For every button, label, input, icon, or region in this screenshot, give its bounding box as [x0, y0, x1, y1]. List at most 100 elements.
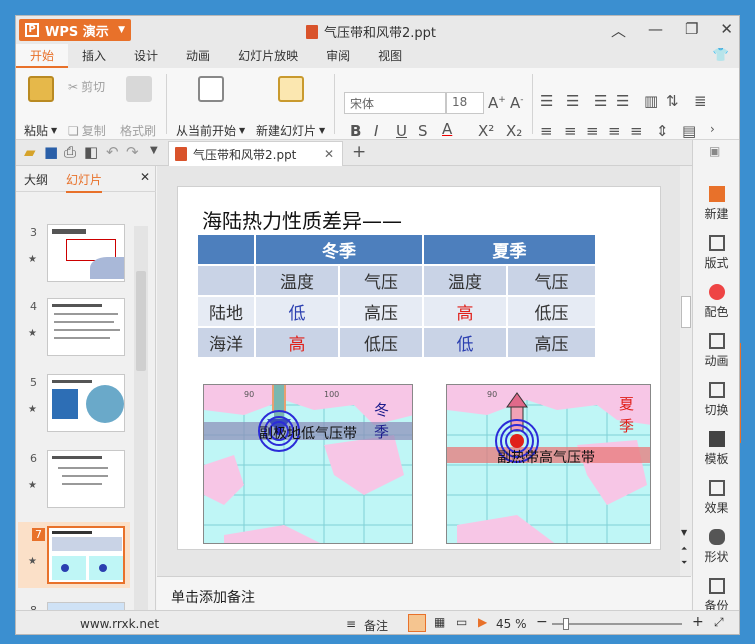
font-size-select[interactable]: 18 [446, 92, 484, 114]
font-name-select[interactable]: 宋体 [344, 92, 446, 114]
print-preview-icon[interactable]: ◧ [84, 143, 98, 161]
more-icon[interactable]: › [710, 122, 715, 136]
tab-review[interactable]: 审阅 [312, 44, 364, 68]
slide-title[interactable]: 海陆热力性质差异—— [202, 205, 402, 234]
columns-icon[interactable]: ▥ [644, 92, 658, 110]
save-icon[interactable]: ■ [44, 143, 58, 161]
slide-thumb-6[interactable] [47, 450, 125, 508]
paste-button[interactable]: 粘贴 ▼ [24, 122, 57, 139]
superscript-icon[interactable]: X² [478, 122, 494, 140]
notes-pane[interactable]: 单击添加备注 [157, 576, 691, 610]
paste-icon[interactable] [28, 76, 54, 102]
tab-slides[interactable]: 幻灯片 [66, 171, 103, 193]
scroll-down-icon[interactable]: ▼ [681, 528, 687, 537]
notes-toggle-label[interactable]: 备注 [364, 617, 388, 634]
skin-icon[interactable]: 👕 [713, 48, 729, 63]
reading-view-icon[interactable]: ▭ [456, 615, 467, 629]
side-shape-button[interactable]: 形状 [693, 529, 739, 565]
justify-icon[interactable]: ≡ [608, 122, 621, 140]
slide-thumb-5[interactable] [47, 374, 125, 432]
zoom-slider-thumb[interactable] [563, 618, 570, 630]
zoom-out-icon[interactable]: − [536, 614, 548, 630]
increase-indent-icon[interactable]: ☰ [616, 92, 629, 110]
paragraph-spacing-icon[interactable]: ⇕ [656, 122, 669, 140]
underline-icon[interactable]: U [396, 122, 407, 140]
align-center-icon[interactable]: ≡ [564, 122, 577, 140]
comparison-table[interactable]: 冬季 夏季 温度 气压 温度 气压 陆地 低 高压 高 低压 海洋 高 低压 低… [196, 233, 597, 359]
zoom-in-icon[interactable]: + [692, 614, 704, 630]
slide-sorter-icon[interactable]: ▦ [434, 615, 445, 629]
side-transition-button[interactable]: 切换 [693, 382, 739, 418]
tab-home[interactable]: 开始 [16, 44, 69, 68]
scrollbar-thumb[interactable] [136, 271, 146, 371]
grow-font-icon[interactable]: A+ [488, 94, 506, 112]
side-layout-button[interactable]: 版式 [693, 235, 739, 271]
customize-dropdown-icon[interactable]: ▼ [150, 145, 158, 156]
copy-button[interactable]: ❏ 复制 [68, 122, 106, 139]
print-icon[interactable]: ⎙ [64, 143, 76, 161]
next-slide-icon[interactable]: ⏷ [681, 558, 687, 568]
side-color-button[interactable]: 配色 [693, 284, 739, 320]
side-new-button[interactable]: 新建 [693, 186, 739, 222]
numbered-list-icon[interactable]: ☰ [566, 92, 579, 110]
new-tab-icon[interactable]: + [352, 142, 366, 162]
pane-settings-icon[interactable]: ▣ [709, 144, 720, 158]
tab-insert[interactable]: 插入 [68, 44, 120, 68]
subscript-icon[interactable]: X₂ [506, 122, 522, 140]
document-tab[interactable]: 气压带和风带2.ppt ✕ [168, 141, 343, 166]
close-pane-icon[interactable]: ✕ [140, 170, 150, 184]
open-folder-icon[interactable]: ▰ [24, 143, 36, 161]
cut-button[interactable]: ✂ 剪切 [68, 78, 105, 95]
decrease-indent-icon[interactable]: ☰ [594, 92, 607, 110]
slide-thumb-7[interactable] [47, 526, 125, 584]
slide-thumb-4[interactable] [47, 298, 125, 356]
new-slide-label: 新建幻灯片 [256, 124, 317, 138]
line-spacing-icon[interactable]: ≣ [694, 92, 707, 110]
font-color-icon[interactable]: A [442, 120, 452, 138]
slide[interactable]: 海陆热力性质差异—— 冬季 夏季 温度 气压 温度 气压 陆地 低 高压 高 低… [177, 186, 661, 550]
normal-view-icon[interactable] [408, 614, 426, 632]
from-current-button[interactable]: 从当前开始 ▼ [176, 122, 245, 139]
collapse-icon[interactable]: ︿ [611, 20, 626, 41]
app-menu-button[interactable]: P WPS 演示 ▼ [19, 19, 131, 41]
close-icon[interactable]: ✕ [720, 20, 733, 41]
slides-scrollbar[interactable] [134, 226, 148, 634]
close-tab-icon[interactable]: ✕ [324, 147, 334, 161]
align-left-icon[interactable]: ≡ [540, 122, 553, 140]
zoom-slider[interactable] [552, 618, 682, 630]
new-slide-button[interactable]: 新建幻灯片 ▼ [256, 122, 325, 139]
tab-design[interactable]: 设计 [120, 44, 172, 68]
prev-slide-icon[interactable]: ⏶ [681, 544, 687, 554]
map-winter[interactable]: 90 100 副极地低气压带 冬季 [203, 384, 413, 544]
side-template-button[interactable]: 模板 [693, 431, 739, 467]
text-direction-icon[interactable]: ⇅ [666, 92, 679, 110]
tab-view[interactable]: 视图 [364, 44, 416, 68]
tab-outline[interactable]: 大纲 [24, 171, 48, 188]
scrollbar-thumb[interactable] [681, 296, 691, 328]
restore-icon[interactable]: ❐ [685, 20, 698, 41]
map-summer[interactable]: 90 副热带高气压带 夏季 [446, 384, 651, 544]
bold-icon[interactable]: B [350, 122, 361, 140]
slideshow-icon[interactable]: ▶ [478, 615, 487, 629]
undo-icon[interactable]: ↶ [106, 143, 119, 161]
side-effect-button[interactable]: 效果 [693, 480, 739, 516]
side-animation-button[interactable]: 动画 [693, 333, 739, 369]
tab-slideshow[interactable]: 幻灯片放映 [224, 44, 312, 68]
fit-window-icon[interactable]: ⤢ [714, 615, 724, 630]
side-backup-button[interactable]: 备份 [693, 578, 739, 614]
notes-toggle-icon[interactable]: ≡ [346, 617, 356, 631]
canvas-scrollbar[interactable]: ▼ ⏶ ⏷ [680, 166, 692, 576]
shrink-font-icon[interactable]: A- [510, 94, 524, 112]
bullet-list-icon[interactable]: ☰ [540, 92, 553, 110]
minimize-icon[interactable]: — [648, 20, 663, 41]
format-painter-button[interactable]: 格式刷 [120, 122, 156, 139]
slide-thumb-3[interactable] [47, 224, 125, 282]
align-right-icon[interactable]: ≡ [586, 122, 599, 140]
tab-animation[interactable]: 动画 [172, 44, 224, 68]
text-box-icon[interactable]: ▤ [682, 122, 696, 140]
strikethrough-icon[interactable]: S [418, 122, 428, 140]
distribute-icon[interactable]: ≡ [630, 122, 643, 140]
zoom-level[interactable]: 45 % [496, 617, 527, 631]
italic-icon[interactable]: I [374, 122, 378, 140]
redo-icon[interactable]: ↷ [126, 143, 139, 161]
